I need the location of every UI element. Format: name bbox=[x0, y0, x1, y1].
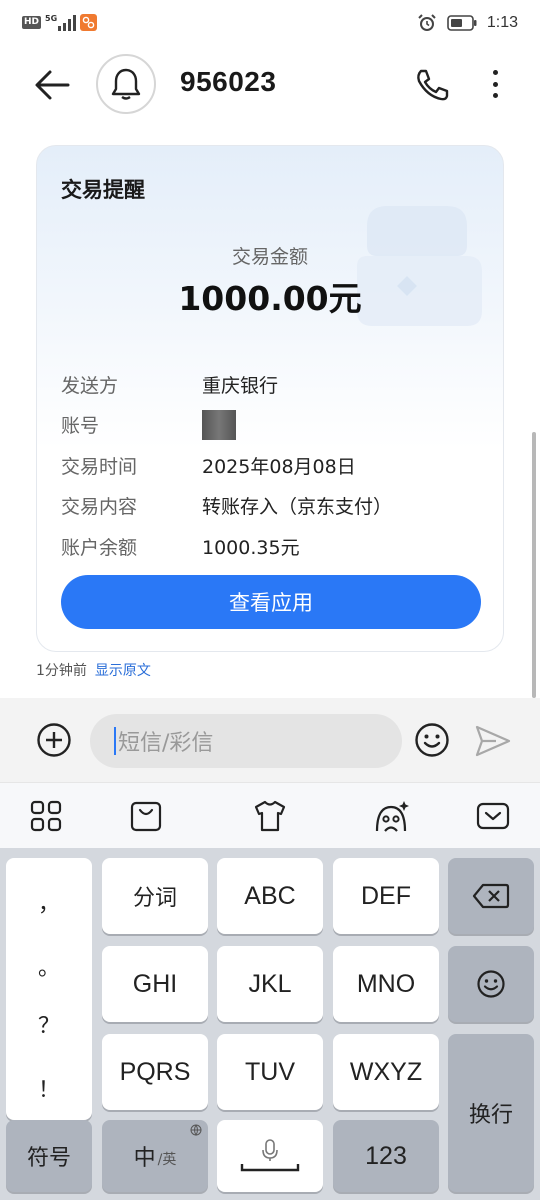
text-caret bbox=[114, 727, 116, 755]
emoji-key[interactable] bbox=[448, 946, 534, 1022]
detail-value: 重庆银行 bbox=[202, 374, 279, 397]
key-mno[interactable]: MNO bbox=[333, 946, 439, 1022]
message-time: 1分钟前 bbox=[36, 663, 87, 679]
numbers-key[interactable]: 123 bbox=[333, 1120, 439, 1192]
key-fenci[interactable]: 分词 bbox=[102, 858, 208, 934]
ai-assistant-button[interactable] bbox=[373, 799, 409, 833]
detail-key: 发送方 bbox=[61, 374, 119, 397]
enter-key[interactable]: 换行 bbox=[448, 1034, 534, 1192]
ai-assistant-icon bbox=[375, 801, 409, 832]
space-key[interactable] bbox=[217, 1120, 323, 1192]
alarm-icon bbox=[418, 14, 436, 31]
detail-key: 交易内容 bbox=[61, 496, 138, 519]
detail-row-content: 交易内容 转账存入（京东支付） bbox=[61, 486, 481, 527]
show-original-link[interactable]: 显示原文 bbox=[95, 660, 151, 680]
collapse-keyboard-button[interactable] bbox=[476, 799, 510, 833]
shopping-button[interactable] bbox=[129, 799, 163, 833]
send-button[interactable] bbox=[474, 724, 512, 758]
more-icon-dot bbox=[492, 93, 498, 98]
message-input-placeholder: 短信/彩信 bbox=[118, 731, 214, 756]
message-meta: 1分钟前 显示原文 bbox=[36, 660, 151, 680]
amount-value: 1000.00元 bbox=[178, 279, 362, 318]
microphone-icon bbox=[240, 1139, 300, 1172]
detail-value: 1000.35元 bbox=[202, 536, 300, 559]
skin-button[interactable] bbox=[253, 799, 287, 833]
send-icon bbox=[475, 725, 511, 757]
status-right: 1:13 bbox=[417, 13, 518, 33]
shopping-bag-icon bbox=[130, 801, 162, 832]
battery-icon bbox=[447, 15, 477, 31]
keyboard: ， 。 ？ ！ 分词 ABC DEF GHI JKL MNO PQRS TUV … bbox=[0, 848, 540, 1200]
emoji-icon bbox=[477, 970, 505, 998]
backspace-icon bbox=[472, 883, 510, 909]
status-time: 1:13 bbox=[486, 14, 518, 31]
key-tuv[interactable]: TUV bbox=[217, 1034, 323, 1110]
key-def[interactable]: DEF bbox=[333, 858, 439, 934]
lang-main-label: 中 bbox=[133, 1146, 156, 1171]
status-left: HD 5G bbox=[22, 13, 98, 31]
contact-name: 956023 bbox=[180, 66, 277, 97]
grid-apps-icon bbox=[30, 800, 62, 832]
detail-value: 转账存入（京东支付） bbox=[202, 496, 393, 519]
redacted-account-number bbox=[202, 409, 236, 440]
more-button[interactable] bbox=[480, 64, 510, 104]
language-switch-key[interactable]: 中/英 bbox=[102, 1120, 208, 1192]
keyboard-toolbar bbox=[0, 782, 540, 848]
detail-value: 2025年08月08日 bbox=[202, 455, 356, 478]
detail-row-sender: 发送方 重庆银行 bbox=[61, 364, 481, 405]
status-bar: HD 5G 1:13 bbox=[0, 0, 540, 48]
conversation-header: 956023 bbox=[0, 50, 540, 120]
transaction-card: 交易提醒 交易金额 1000.00元 发送方 重庆银行 账号 交易时间 2025… bbox=[36, 145, 504, 652]
detail-row-account: 账号 bbox=[61, 405, 481, 446]
add-icon bbox=[37, 723, 71, 757]
key-abc[interactable]: ABC bbox=[217, 858, 323, 934]
key-period[interactable]: 。 bbox=[6, 950, 92, 982]
amount-label: 交易金额 bbox=[231, 246, 308, 268]
detail-row-balance: 账户余额 1000.35元 bbox=[61, 526, 481, 567]
view-app-button[interactable]: 查看应用 bbox=[61, 575, 481, 629]
key-question[interactable]: ？ bbox=[6, 1008, 92, 1040]
back-arrow-icon bbox=[35, 70, 70, 100]
backspace-key[interactable] bbox=[448, 858, 534, 934]
detail-list: 发送方 重庆银行 账号 交易时间 2025年08月08日 交易内容 转账存入（京… bbox=[61, 364, 481, 567]
emoji-button[interactable] bbox=[414, 722, 450, 758]
more-icon-dot bbox=[492, 81, 498, 87]
key-comma[interactable]: ， bbox=[6, 886, 92, 918]
signal-icon: 5G bbox=[45, 13, 77, 31]
app-notification-icon bbox=[80, 14, 98, 31]
detail-key: 交易时间 bbox=[61, 455, 138, 478]
globe-icon bbox=[190, 1124, 202, 1136]
detail-key: 账号 bbox=[61, 415, 100, 438]
compose-bar: 短信/彩信 bbox=[0, 698, 540, 782]
key-exclamation[interactable]: ！ bbox=[6, 1072, 92, 1104]
detail-key: 账户余额 bbox=[61, 536, 138, 559]
bell-icon bbox=[111, 68, 141, 100]
avatar[interactable] bbox=[96, 54, 156, 114]
punctuation-column: ， 。 ？ ！ bbox=[6, 858, 92, 1120]
symbols-key[interactable]: 符号 bbox=[6, 1120, 92, 1192]
card-title: 交易提醒 bbox=[61, 178, 145, 202]
apps-button[interactable] bbox=[29, 799, 63, 833]
message-input[interactable]: 短信/彩信 bbox=[90, 714, 402, 768]
hd-icon: HD bbox=[22, 16, 42, 29]
key-jkl[interactable]: JKL bbox=[217, 946, 323, 1022]
tshirt-icon bbox=[254, 800, 286, 832]
scrollbar[interactable] bbox=[532, 432, 536, 698]
back-button[interactable] bbox=[30, 64, 76, 106]
emoji-icon bbox=[415, 723, 449, 757]
network-type: 5G bbox=[45, 13, 58, 23]
key-pqrs[interactable]: PQRS bbox=[102, 1034, 208, 1110]
key-ghi[interactable]: GHI bbox=[102, 946, 208, 1022]
phone-icon bbox=[417, 69, 449, 101]
key-wxyz[interactable]: WXYZ bbox=[333, 1034, 439, 1110]
collapse-keyboard-icon bbox=[476, 802, 510, 830]
add-button[interactable] bbox=[36, 722, 72, 758]
call-button[interactable] bbox=[412, 67, 452, 103]
detail-row-time: 交易时间 2025年08月08日 bbox=[61, 445, 481, 486]
more-icon bbox=[492, 70, 498, 75]
lang-alt-label: /英 bbox=[157, 1152, 177, 1168]
